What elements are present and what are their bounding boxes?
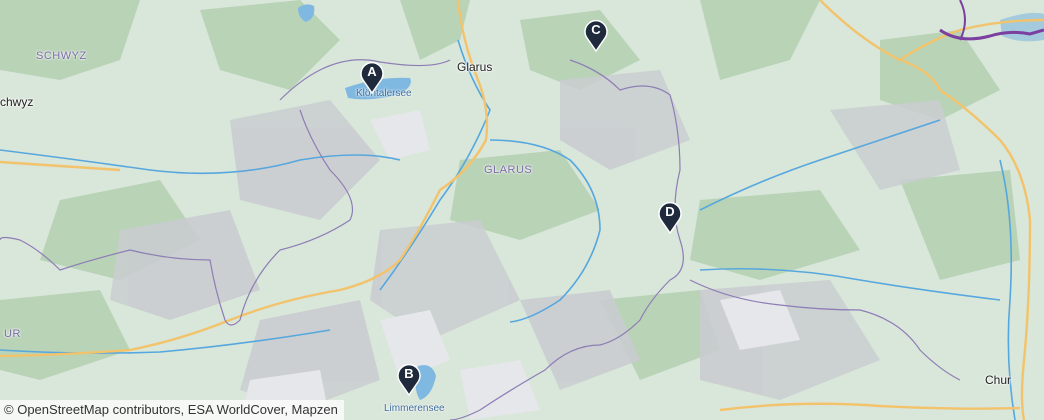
region-label-uri: UR <box>4 328 21 340</box>
map-marker-d[interactable]: D <box>657 200 683 234</box>
town-label-schwyz: chwyz <box>0 95 34 109</box>
map-marker-b[interactable]: B <box>396 362 422 396</box>
region-label-schwyz: SCHWYZ <box>36 50 87 62</box>
attribution-text[interactable]: OpenStreetMap contributors, ESA WorldCov… <box>17 402 338 417</box>
map-marker-c[interactable]: C <box>583 18 609 52</box>
marker-letter: B <box>404 366 414 381</box>
marker-letter: A <box>367 64 377 79</box>
region-label-glarus: GLARUS <box>484 164 533 176</box>
map-view[interactable]: SCHWYZ chwyz Glarus GLARUS UR Chur Klönt… <box>0 0 1044 420</box>
lake-label-limmerensee: Limmerensee <box>384 403 445 414</box>
map-marker-a[interactable]: A <box>359 60 385 94</box>
copyright-symbol: © <box>4 402 14 417</box>
town-label-chur: Chur <box>985 373 1012 387</box>
marker-letter: C <box>591 22 601 37</box>
map-attribution: © OpenStreetMap contributors, ESA WorldC… <box>0 400 344 420</box>
town-label-glarus: Glarus <box>457 60 493 74</box>
marker-letter: D <box>665 204 675 219</box>
terrain-layer <box>0 0 1044 420</box>
